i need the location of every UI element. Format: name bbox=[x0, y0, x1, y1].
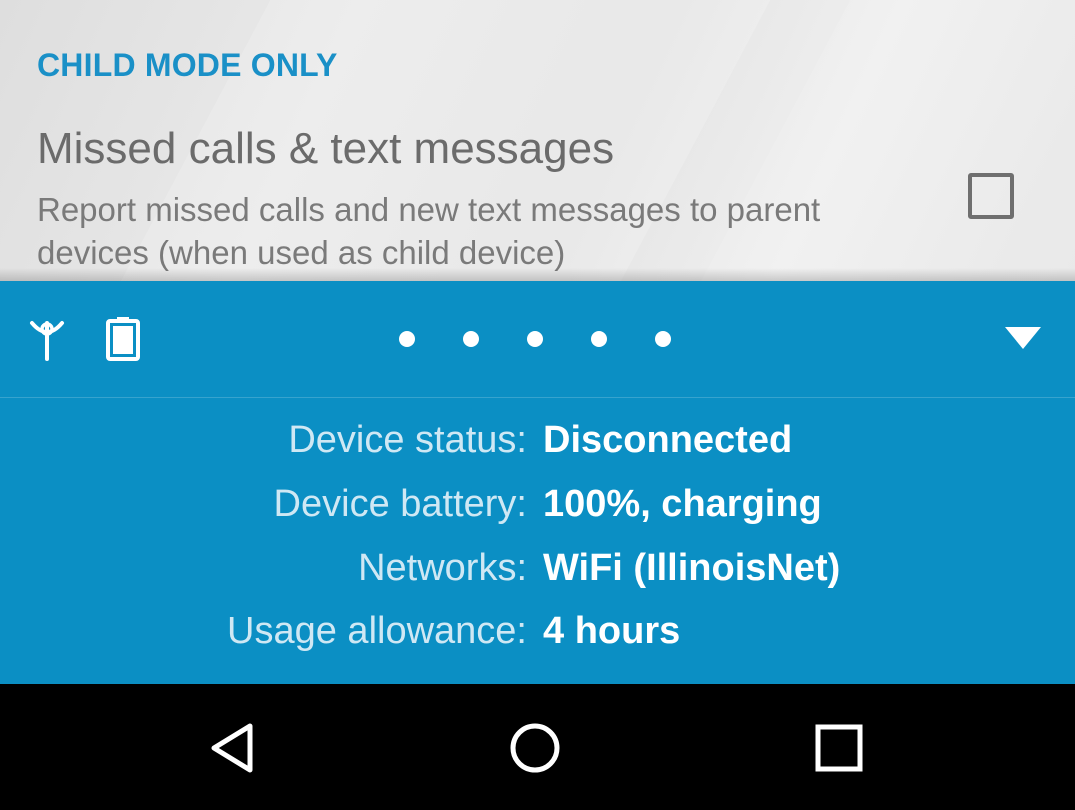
preference-title: Missed calls & text messages bbox=[37, 124, 615, 173]
device-battery-row: Device battery: 100%, charging bbox=[0, 483, 1075, 543]
missed-calls-checkbox[interactable] bbox=[968, 173, 1014, 219]
page-dot[interactable] bbox=[463, 331, 479, 347]
panel-shadow bbox=[0, 268, 1075, 281]
row-value: Disconnected bbox=[543, 419, 793, 461]
usage-allowance-row: Usage allowance: 4 hours bbox=[0, 610, 1075, 670]
screen: CHILD MODE ONLY Missed calls & text mess… bbox=[0, 0, 1075, 810]
settings-list: CHILD MODE ONLY Missed calls & text mess… bbox=[0, 0, 1075, 281]
divider bbox=[0, 397, 1075, 398]
back-icon[interactable] bbox=[206, 721, 260, 775]
page-indicator bbox=[0, 329, 1075, 349]
section-header: CHILD MODE ONLY bbox=[37, 47, 338, 83]
row-label: Networks: bbox=[358, 547, 527, 589]
panel-header bbox=[0, 281, 1075, 397]
preference-summary: Report missed calls and new text message… bbox=[37, 191, 821, 271]
row-label: Device status: bbox=[288, 419, 527, 461]
navigation-bar bbox=[0, 684, 1075, 810]
recents-icon[interactable] bbox=[812, 721, 866, 775]
row-value: 100%, charging bbox=[543, 483, 822, 525]
device-status-row: Device status: Disconnected bbox=[0, 419, 1075, 479]
home-icon[interactable] bbox=[508, 721, 562, 775]
page-dot[interactable] bbox=[399, 331, 415, 347]
missed-calls-preference[interactable]: Missed calls & text messages Report miss… bbox=[0, 110, 1075, 280]
row-label: Usage allowance: bbox=[227, 610, 527, 652]
page-dot[interactable] bbox=[527, 331, 543, 347]
collapse-arrow-icon[interactable] bbox=[1003, 325, 1043, 351]
row-label: Device battery: bbox=[273, 483, 527, 525]
device-status-panel: Device status: Disconnected Device batte… bbox=[0, 281, 1075, 684]
page-dot[interactable] bbox=[591, 331, 607, 347]
page-dot[interactable] bbox=[655, 331, 671, 347]
row-value: 4 hours bbox=[543, 610, 681, 652]
row-value: WiFi (IllinoisNet) bbox=[543, 547, 841, 589]
networks-row: Networks: WiFi (IllinoisNet) bbox=[0, 547, 1075, 607]
